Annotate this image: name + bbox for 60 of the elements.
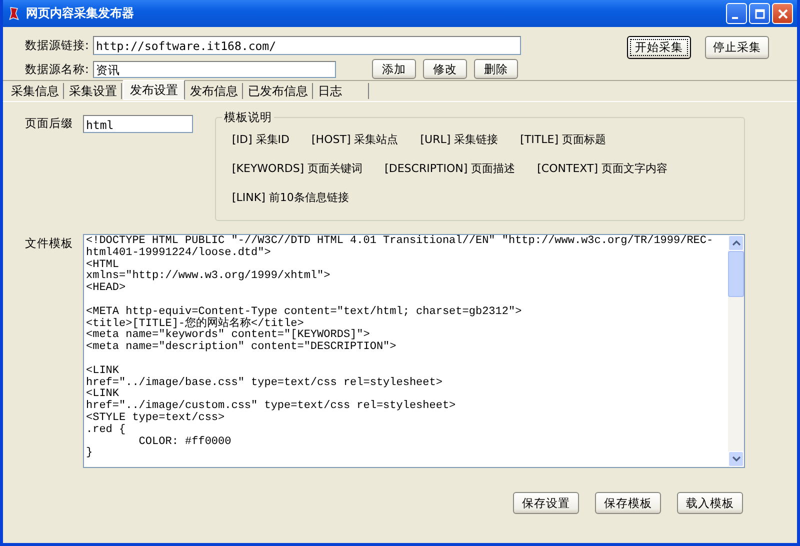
- maximize-icon: [754, 8, 764, 18]
- group-title: 模板说明: [222, 110, 274, 125]
- suffix-label: 页面后缀: [25, 116, 74, 131]
- code-line: <meta name="description" content="DESCRIPTION">: [86, 342, 398, 354]
- template-editor-field[interactable]: [83, 234, 745, 468]
- code-line: <title>[TITLE]-您的网站名称</title>: [86, 318, 304, 330]
- code-line: href="../image/base.css" type=text/css rel=stylesheet>: [86, 378, 444, 389]
- tab[interactable]: 发布设置: [123, 80, 185, 100]
- scroll-down-icon[interactable]: [732, 456, 740, 462]
- source-button[interactable]: 修改: [423, 59, 467, 79]
- scrollbar[interactable]: [728, 235, 744, 467]
- code-line: <!DOCTYPE HTML PUBLIC "-//W3C//DTD HTML 4.01 Transitional//EN" "http://www.w3c.org/TR/1999/REC-: [86, 236, 714, 247]
- file-template-label: 文件模板: [25, 236, 74, 251]
- window-title: 网页内容采集发布器: [26, 5, 135, 22]
- name-label: 数据源名称:: [25, 62, 90, 76]
- code-line: <LINK: [86, 366, 120, 377]
- placeholder-description: [URL] 采集链接: [420, 132, 498, 147]
- placeholder-description: [DESCRIPTION] 页面描述: [384, 161, 516, 176]
- close-button[interactable]: [772, 3, 793, 24]
- code-line: <LINK: [86, 389, 120, 400]
- code-line: <meta name="keywords" content="[KEYWORDS]">: [86, 330, 370, 342]
- source-button[interactable]: 删除: [474, 59, 518, 79]
- template-button[interactable]: 载入模板: [677, 492, 743, 514]
- app-icon: [8, 6, 20, 21]
- template-button[interactable]: 保存设置: [513, 492, 579, 514]
- collect-button[interactable]: 停止采集: [705, 36, 769, 59]
- code-line: <HTML: [86, 260, 120, 271]
- placeholder-description: [HOST] 采集站点: [312, 132, 398, 147]
- name-field[interactable]: 资讯: [93, 60, 336, 78]
- tab[interactable]: 采集信息: [7, 83, 64, 99]
- code-line: xmlns="http://www.w3.org/1999/xhtml">: [86, 271, 332, 282]
- scroll-up-icon[interactable]: [732, 240, 740, 246]
- code-line: .red {: [86, 424, 127, 437]
- placeholder-description: [KEYWORDS] 页面关键词: [232, 161, 363, 176]
- template-button[interactable]: 保存模板: [595, 492, 661, 514]
- minimize-button[interactable]: [726, 3, 747, 24]
- placeholder-description: [ID] 采集ID: [232, 132, 290, 147]
- url-field[interactable]: http://software.it168.com/: [93, 36, 521, 54]
- placeholder-description: [CONTEXT] 页面文字内容: [537, 161, 668, 176]
- code-line: href="../image/custom.css" type=text/css rel=stylesheet>: [86, 401, 457, 412]
- code-line: <META http-equiv=Content-Type content="text/html; charset=gb2312">: [86, 306, 523, 318]
- minimize-icon: [732, 16, 738, 18]
- code-line: <HEAD>: [86, 283, 127, 295]
- placeholder-description: [LINK] 前10条信息链接: [232, 190, 349, 205]
- suffix-field[interactable]: html: [83, 115, 193, 133]
- tab[interactable]: 发布信息: [186, 83, 243, 99]
- code-line: <STYLE type=text/css>: [86, 412, 226, 424]
- code-line: html401-19991224/loose.dtd">: [86, 248, 272, 260]
- maximize-button[interactable]: [749, 3, 770, 24]
- scroll-thumb[interactable]: [728, 251, 744, 297]
- source-button[interactable]: 添加: [372, 59, 416, 79]
- tab[interactable]: 日志: [314, 83, 369, 99]
- collect-button[interactable]: 开始采集: [627, 36, 691, 59]
- tab[interactable]: 已发布信息: [244, 83, 313, 99]
- tab[interactable]: 采集设置: [65, 83, 122, 99]
- close-icon: [778, 8, 788, 18]
- placeholder-description: [TITLE] 页面标题: [520, 132, 606, 147]
- url-label: 数据源链接:: [25, 38, 90, 52]
- code-line: }: [86, 448, 94, 460]
- code-line: COLOR: #ff0000: [138, 436, 232, 448]
